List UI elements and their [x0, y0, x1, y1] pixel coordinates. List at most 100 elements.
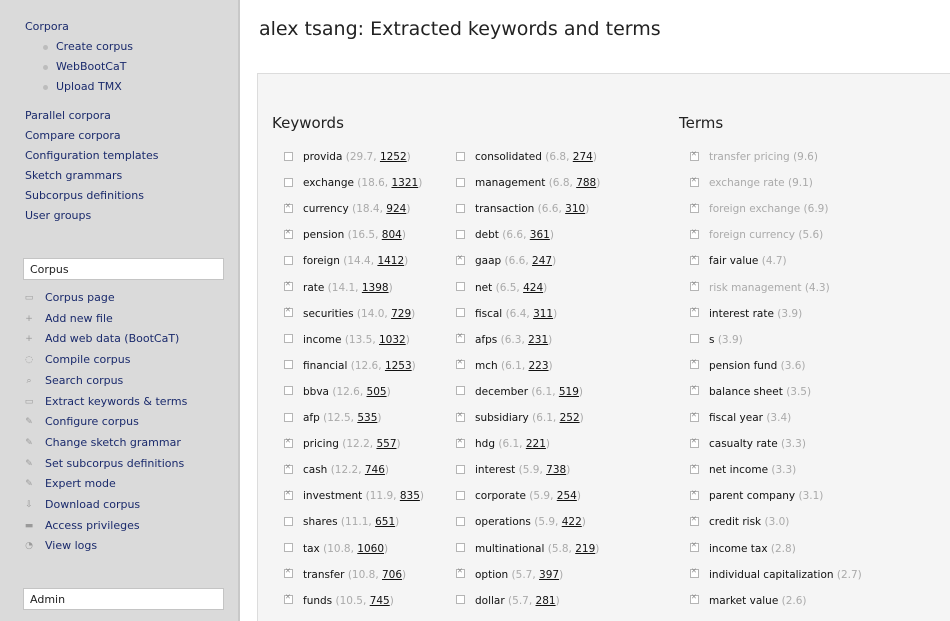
keyword-checkbox[interactable] — [456, 490, 465, 500]
keyword-checkbox[interactable] — [284, 437, 293, 448]
term-checkbox[interactable] — [690, 254, 699, 265]
corpus-tool-link[interactable]: Access privileges — [45, 519, 140, 532]
term-checkbox[interactable] — [690, 593, 699, 605]
sidebar-nav-link[interactable]: Subcorpus definitions — [25, 189, 144, 202]
corpus-tool-link[interactable]: Corpus page — [45, 291, 115, 304]
corpus-tool-link[interactable]: Compile corpus — [45, 353, 130, 366]
corpus-tool-link[interactable]: Set subcorpus definitions — [45, 457, 184, 470]
keyword-frequency-link[interactable]: 924 — [386, 203, 406, 215]
keyword-frequency-link[interactable]: 651 — [375, 516, 395, 528]
keyword-frequency-link[interactable]: 804 — [382, 229, 402, 241]
keyword-frequency-link[interactable]: 1398 — [362, 282, 389, 294]
keyword-checkbox[interactable] — [456, 567, 465, 579]
keyword-frequency-link[interactable]: 745 — [370, 595, 390, 607]
keyword-frequency-link[interactable]: 1412 — [377, 255, 404, 267]
keyword-checkbox[interactable] — [284, 489, 293, 500]
keyword-frequency-link[interactable]: 311 — [533, 308, 553, 320]
keyword-checkbox[interactable] — [456, 229, 465, 239]
term-checkbox[interactable] — [690, 489, 699, 500]
sidebar-nav-link[interactable]: WebBootCaT — [42, 60, 126, 73]
keyword-frequency-link[interactable]: 231 — [528, 334, 548, 346]
keyword-frequency-link[interactable]: 535 — [357, 412, 377, 424]
corpus-tool-link[interactable]: Add web data (BootCaT) — [45, 332, 179, 345]
keyword-checkbox[interactable] — [456, 282, 465, 291]
term-checkbox[interactable] — [690, 150, 699, 161]
keyword-checkbox[interactable] — [456, 595, 465, 605]
keyword-checkbox[interactable] — [456, 151, 465, 161]
keyword-frequency-link[interactable]: 274 — [573, 151, 593, 163]
keyword-frequency-link[interactable]: 505 — [367, 386, 387, 398]
keyword-checkbox[interactable] — [284, 334, 293, 344]
keyword-frequency-link[interactable]: 1060 — [357, 543, 384, 555]
term-checkbox[interactable] — [690, 411, 699, 422]
keyword-frequency-link[interactable]: 738 — [546, 464, 566, 476]
keyword-frequency-link[interactable]: 519 — [559, 386, 579, 398]
term-checkbox[interactable] — [690, 334, 699, 344]
term-checkbox[interactable] — [690, 202, 699, 213]
keyword-frequency-link[interactable]: 706 — [382, 569, 402, 581]
keyword-frequency-link[interactable]: 221 — [526, 438, 546, 450]
keyword-checkbox[interactable] — [284, 412, 293, 422]
keyword-checkbox[interactable] — [284, 543, 293, 552]
keyword-checkbox[interactable] — [456, 254, 465, 265]
keyword-frequency-link[interactable]: 223 — [529, 360, 549, 372]
keyword-frequency-link[interactable]: 247 — [532, 255, 552, 267]
term-checkbox[interactable] — [690, 567, 699, 579]
term-checkbox[interactable] — [690, 280, 699, 291]
corpus-tool-link[interactable]: Change sketch grammar — [45, 436, 181, 449]
keyword-checkbox[interactable] — [284, 386, 293, 396]
term-checkbox[interactable] — [690, 228, 699, 239]
sidebar-nav-link[interactable]: Configuration templates — [25, 149, 158, 162]
keyword-frequency-link[interactable]: 424 — [523, 282, 543, 294]
term-checkbox[interactable] — [690, 463, 699, 474]
keyword-checkbox[interactable] — [284, 202, 293, 213]
keyword-checkbox[interactable] — [284, 567, 293, 579]
keyword-frequency-link[interactable]: 252 — [560, 412, 580, 424]
keyword-frequency-link[interactable]: 788 — [576, 177, 596, 189]
corpus-tool-link[interactable]: Download corpus — [45, 498, 140, 511]
term-checkbox[interactable] — [690, 437, 699, 448]
sidebar-nav-link[interactable]: User groups — [25, 209, 91, 222]
keyword-checkbox[interactable] — [284, 151, 293, 161]
keyword-checkbox[interactable] — [284, 306, 293, 318]
keyword-checkbox[interactable] — [456, 358, 465, 370]
keyword-frequency-link[interactable]: 1032 — [379, 334, 406, 346]
keyword-frequency-link[interactable]: 310 — [565, 203, 585, 215]
keyword-checkbox[interactable] — [284, 360, 293, 370]
keyword-frequency-link[interactable]: 557 — [376, 438, 396, 450]
keyword-checkbox[interactable] — [456, 516, 465, 526]
keyword-frequency-link[interactable]: 361 — [530, 229, 550, 241]
term-checkbox[interactable] — [690, 541, 699, 552]
sidebar-nav-link[interactable]: Upload TMX — [43, 80, 122, 93]
keyword-checkbox[interactable] — [456, 177, 465, 187]
term-checkbox[interactable] — [690, 515, 699, 526]
corpus-tool-link[interactable]: Extract keywords & terms — [45, 395, 187, 408]
keyword-checkbox[interactable] — [456, 464, 465, 474]
keyword-checkbox[interactable] — [456, 386, 465, 396]
corpus-tool-link[interactable]: Configure corpus — [45, 415, 139, 428]
sidebar-nav-link[interactable]: Sketch grammars — [25, 169, 122, 182]
keyword-checkbox[interactable] — [456, 411, 465, 422]
sidebar-nav-link[interactable]: Compare corpora — [25, 129, 121, 142]
sidebar-nav-link[interactable]: Corpora — [25, 20, 69, 33]
keyword-frequency-link[interactable]: 397 — [539, 569, 559, 581]
keyword-checkbox[interactable] — [284, 280, 293, 291]
term-checkbox[interactable] — [690, 176, 699, 187]
corpus-tool-link[interactable]: Search corpus — [45, 374, 123, 387]
keyword-frequency-link[interactable]: 422 — [562, 516, 582, 528]
keyword-frequency-link[interactable]: 746 — [365, 464, 385, 476]
sidebar-nav-link[interactable]: Create corpus — [42, 40, 133, 53]
sidebar-nav-link[interactable]: Parallel corpora — [25, 109, 111, 122]
keyword-checkbox[interactable] — [284, 228, 293, 239]
keyword-checkbox[interactable] — [284, 177, 293, 187]
keyword-checkbox[interactable] — [456, 332, 465, 344]
corpus-tool-link[interactable]: Add new file — [45, 312, 113, 325]
keyword-frequency-link[interactable]: 254 — [557, 490, 577, 502]
keyword-frequency-link[interactable]: 1253 — [385, 360, 412, 372]
term-checkbox[interactable] — [690, 306, 699, 318]
keyword-frequency-link[interactable]: 281 — [536, 595, 556, 607]
keyword-checkbox[interactable] — [284, 255, 293, 265]
keyword-checkbox[interactable] — [456, 308, 465, 318]
keyword-frequency-link[interactable]: 1252 — [380, 151, 407, 163]
keyword-frequency-link[interactable]: 729 — [391, 308, 411, 320]
